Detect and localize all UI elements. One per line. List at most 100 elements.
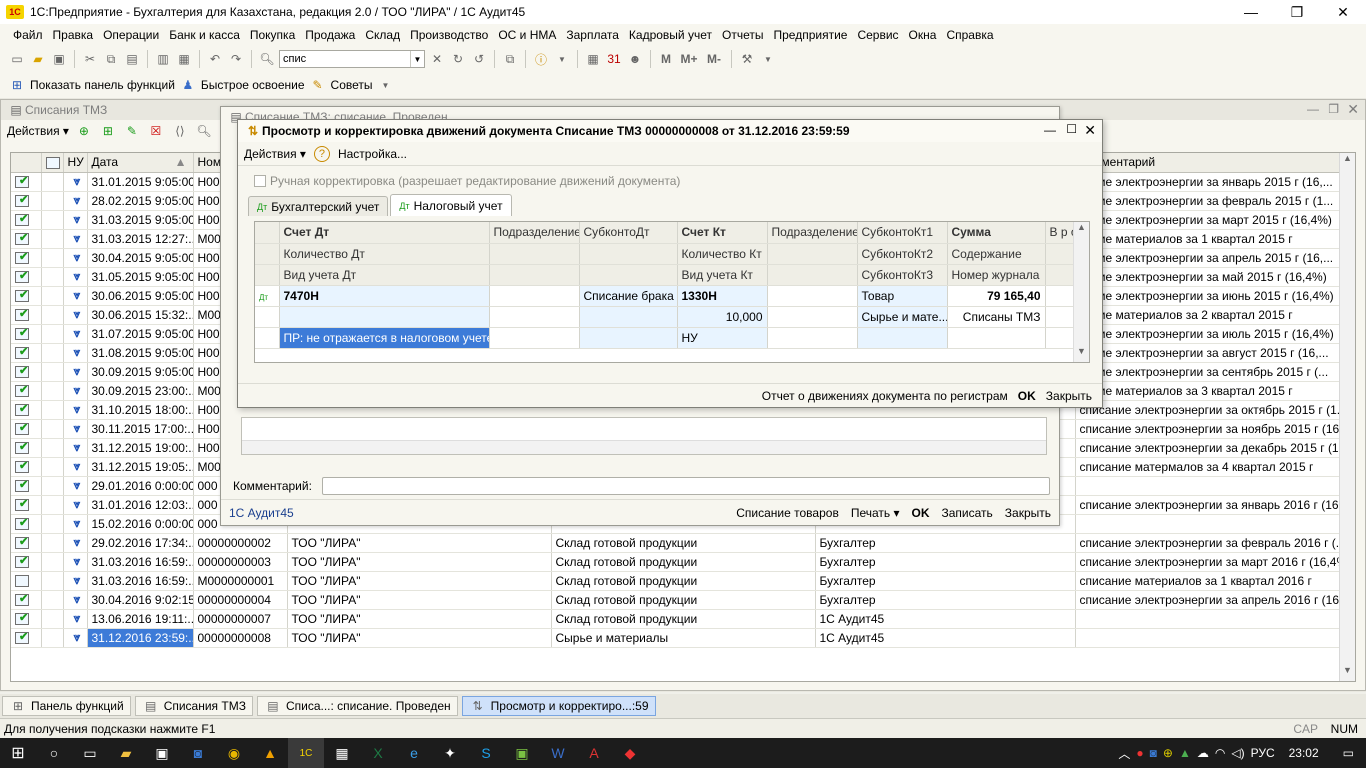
restore-icon[interactable]: ❐ (1328, 102, 1339, 116)
minimize-icon[interactable]: — (1228, 0, 1274, 24)
tray-person-icon[interactable]: ● (1136, 746, 1143, 760)
menu-production[interactable]: Производство (405, 28, 493, 42)
movement-row[interactable]: 10,000 Сырье и мате... Списаны ТМЗ (255, 306, 1074, 328)
table-row[interactable]: ⩔ 13.06.2016 19:11:...00000000007ТОО "ЛИР… (11, 609, 1342, 629)
maximize-icon[interactable]: ☐ (1066, 122, 1077, 136)
col-flag[interactable] (41, 153, 64, 173)
tray-plus-icon[interactable]: ⊕ (1163, 746, 1173, 760)
search-input[interactable]: спис ▼ (279, 50, 425, 68)
menu-warehouse[interactable]: Склад (360, 28, 405, 42)
clock[interactable]: 23:02 (1289, 746, 1319, 760)
menu-reports[interactable]: Отчеты (717, 28, 768, 42)
window-tab-movements[interactable]: ⇅ Просмотр и корректиро...:59 (461, 696, 656, 716)
cut-icon[interactable]: ✂ (81, 50, 99, 68)
print-icon[interactable]: ▥ (154, 50, 172, 68)
close-icon[interactable]: ✕ (1084, 122, 1096, 139)
col-nu[interactable]: НУ (63, 153, 88, 173)
dialog-vertical-scrollbar[interactable]: ▲ ▼ (1073, 222, 1089, 362)
task-view-icon[interactable]: ▭ (72, 738, 108, 768)
quick-learn-button[interactable]: Быстрое освоение (201, 78, 305, 92)
memory-button[interactable]: М (657, 50, 675, 68)
movement-cell[interactable] (767, 285, 858, 307)
movement-cell[interactable] (489, 327, 580, 349)
store-icon[interactable]: ▣ (144, 738, 180, 768)
table-row[interactable]: ⩔ 29.02.2016 17:34:...00000000002ТОО "ЛИР… (11, 533, 1342, 553)
movement-row[interactable]: ПР: не отражается в налоговом учете НУ (255, 327, 1074, 349)
wifi-icon[interactable]: ◠ (1215, 746, 1225, 760)
table-row[interactable]: ⩔ 30.04.2016 9:02:1500000000004ТОО "ЛИРА"… (11, 590, 1342, 610)
comment-input[interactable] (321, 477, 1050, 495)
actions-menu-button[interactable]: Действия ▾ (7, 124, 69, 138)
ie-icon[interactable]: e (396, 738, 432, 768)
menu-operations[interactable]: Операции (98, 28, 164, 42)
movement-cell[interactable]: Списание брака (579, 285, 678, 307)
1c-icon[interactable]: 1С (288, 738, 324, 768)
movement-cell[interactable] (857, 327, 948, 349)
tab-tax[interactable]: Дт Налоговый учет (390, 194, 512, 216)
menu-windows[interactable]: Окна (904, 28, 942, 42)
close-icon[interactable]: ✕ (1347, 101, 1359, 118)
help-icon[interactable]: ? (313, 145, 330, 162)
restore-icon[interactable]: ❐ (1274, 0, 1320, 24)
redo-icon[interactable]: ↷ (227, 50, 245, 68)
chrome-icon[interactable]: ◉ (216, 738, 252, 768)
show-panel-button[interactable]: Показать панель функций (30, 78, 175, 92)
volume-icon[interactable]: ◁) (1231, 746, 1244, 760)
tray-cloud-icon[interactable]: ☁ (1197, 746, 1209, 760)
search-icon[interactable]: ○ (36, 738, 72, 768)
movement-cell[interactable] (1045, 327, 1074, 349)
menu-file[interactable]: Файл (8, 28, 48, 42)
menu-edit[interactable]: Правка (48, 28, 99, 42)
language-indicator[interactable]: РУС (1251, 746, 1275, 760)
windows-start-icon[interactable]: ⊞ (0, 738, 36, 768)
menu-sales[interactable]: Продажа (300, 28, 360, 42)
tray-up-icon[interactable]: ︿ (1118, 745, 1130, 762)
print-button[interactable]: Печать ▾ (851, 506, 900, 520)
menu-bank[interactable]: Банк и касса (164, 28, 245, 42)
movement-cell[interactable] (579, 306, 678, 328)
close-button[interactable]: Закрыть (1005, 506, 1051, 520)
tips-dropdown-icon[interactable]: ▼ (377, 76, 395, 94)
users-icon[interactable]: ☻ (626, 50, 644, 68)
calculator-icon[interactable]: ▦ (584, 50, 602, 68)
info-icon[interactable]: ⓘ (532, 50, 550, 68)
table-row[interactable]: ⩔ 31.03.2016 16:59:...00000000003ТОО "ЛИР… (11, 552, 1342, 572)
tips-button[interactable]: Советы (331, 78, 373, 92)
calendar-icon[interactable]: 31 (605, 50, 623, 68)
window-tab-document[interactable]: ▤ Списа...: списание. Проведен (256, 696, 458, 716)
hierarchy-icon[interactable]: ⟨⟩ (171, 122, 189, 140)
window-tab-writeoffs[interactable]: ▤ Списания ТМЗ (134, 696, 253, 716)
dialog-ok-button[interactable]: OK (1018, 389, 1036, 403)
edit-icon[interactable]: ✎ (123, 122, 141, 140)
skype-icon[interactable]: S (468, 738, 504, 768)
open-icon[interactable]: ▰ (29, 50, 47, 68)
delete-icon[interactable]: ☒ (147, 122, 165, 140)
movement-cell[interactable]: Товар (857, 285, 948, 307)
tools-icon[interactable]: ⚒ (738, 50, 756, 68)
add-icon[interactable]: ⊕ (75, 122, 93, 140)
drive-icon[interactable]: ▲ (252, 738, 288, 768)
col-date[interactable]: Дата ▲ (87, 153, 194, 173)
new-icon[interactable]: ▭ (8, 50, 26, 68)
movement-cell[interactable]: Сырье и мате... (857, 306, 948, 328)
copy-row-icon[interactable]: ⊞ (99, 122, 117, 140)
table-row[interactable]: ⩔ 31.03.2016 16:59:... М0000000001 ТОО "ЛИР… (11, 571, 1342, 591)
menu-service[interactable]: Сервис (852, 28, 903, 42)
movement-cell[interactable] (579, 327, 678, 349)
menu-assets[interactable]: ОС и НМА (493, 28, 561, 42)
settings-button[interactable]: Настройка... (338, 147, 407, 161)
paste-icon[interactable]: ▤ (123, 50, 141, 68)
movement-cell[interactable]: 7470Н (279, 285, 490, 307)
movement-row[interactable]: Дт 7470Н Списание брака 1330Н Товар 79 165,40 (255, 285, 1074, 307)
movement-cell[interactable]: НУ (677, 327, 768, 349)
col-comment[interactable]: Комментарий (1075, 153, 1342, 173)
save-button[interactable]: Записать (942, 506, 993, 520)
copy-icon[interactable]: ⧉ (102, 50, 120, 68)
explorer-icon[interactable]: ▰ (108, 738, 144, 768)
tray-drive-icon[interactable]: ▲ (1179, 746, 1191, 760)
table-row[interactable]: ⩔ 31.12.2016 23:59:...00000000008ТОО "ЛИР… (11, 628, 1342, 648)
preview-icon[interactable]: ▦ (175, 50, 193, 68)
excel-icon[interactable]: X (360, 738, 396, 768)
tools-dropdown-icon[interactable]: ▼ (759, 50, 777, 68)
pin-icon[interactable]: ✦ (432, 738, 468, 768)
